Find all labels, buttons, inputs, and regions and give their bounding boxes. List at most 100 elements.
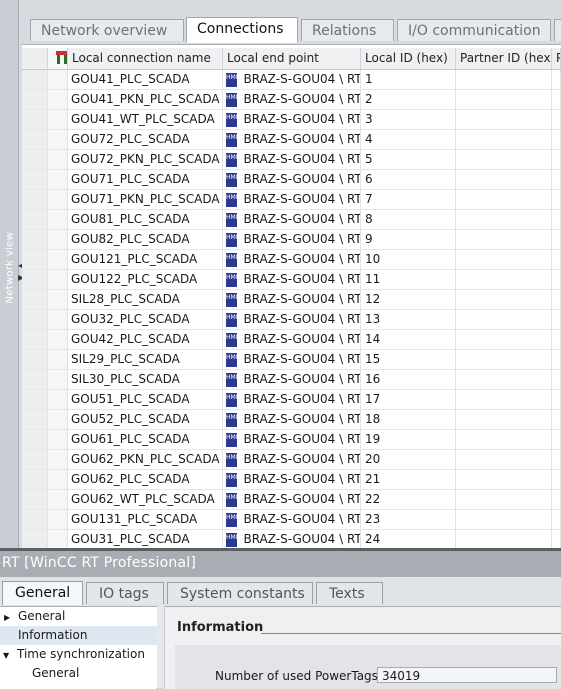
local-id-cell[interactable]: 2 bbox=[361, 90, 456, 109]
connection-name-cell[interactable]: GOU41_PKN_PLC_SCADA bbox=[68, 90, 223, 109]
header-partner-id[interactable]: Partner ID (hex) bbox=[456, 48, 552, 69]
partner-id-cell[interactable] bbox=[456, 150, 552, 169]
connection-name-cell[interactable]: GOU72_PLC_SCADA bbox=[68, 130, 223, 149]
partner-id-cell[interactable] bbox=[456, 130, 552, 149]
connection-name-cell[interactable]: GOU52_PLC_SCADA bbox=[68, 410, 223, 429]
partner-id-cell[interactable] bbox=[456, 110, 552, 129]
end-point-cell[interactable]: HMI BRAZ-S-GOU04 \ RT bbox=[223, 530, 361, 549]
row-selector[interactable] bbox=[22, 410, 48, 429]
end-point-cell[interactable]: HMI BRAZ-S-GOU04 \ RT bbox=[223, 470, 361, 489]
row-selector[interactable] bbox=[22, 90, 48, 109]
connection-name-cell[interactable]: GOU121_PLC_SCADA bbox=[68, 250, 223, 269]
table-row[interactable]: GOU52_PLC_SCADA HMI BRAZ-S-GOU04 \ RT 18 bbox=[22, 410, 561, 430]
partner-id-cell[interactable] bbox=[456, 370, 552, 389]
tree-item-general[interactable]: ▶ General bbox=[0, 607, 157, 626]
row-selector[interactable] bbox=[22, 450, 48, 469]
local-id-cell[interactable]: 5 bbox=[361, 150, 456, 169]
connection-name-cell[interactable]: GOU61_PLC_SCADA bbox=[68, 430, 223, 449]
tree-scrollbar[interactable] bbox=[157, 606, 165, 688]
table-row[interactable]: GOU121_PLC_SCADA HMI BRAZ-S-GOU04 \ RT 10 bbox=[22, 250, 561, 270]
row-selector[interactable] bbox=[22, 130, 48, 149]
connection-name-cell[interactable]: GOU51_PLC_SCADA bbox=[68, 390, 223, 409]
tab-connections[interactable]: Connections bbox=[186, 17, 298, 43]
connection-name-cell[interactable]: GOU42_PLC_SCADA bbox=[68, 330, 223, 349]
tree-item-information[interactable]: Information bbox=[0, 626, 157, 645]
row-selector[interactable] bbox=[22, 370, 48, 389]
table-row[interactable]: GOU41_PKN_PLC_SCADA HMI BRAZ-S-GOU04 \ RT 2 bbox=[22, 90, 561, 110]
row-selector[interactable] bbox=[22, 530, 48, 549]
partner-id-cell[interactable] bbox=[456, 190, 552, 209]
collapse-icon[interactable]: ▼ bbox=[0, 646, 17, 665]
tab-texts[interactable]: Texts bbox=[316, 582, 383, 604]
end-point-cell[interactable]: HMI BRAZ-S-GOU04 \ RT bbox=[223, 290, 361, 309]
local-id-cell[interactable]: 11 bbox=[361, 270, 456, 289]
row-selector[interactable] bbox=[22, 350, 48, 369]
row-selector[interactable] bbox=[22, 270, 48, 289]
end-point-cell[interactable]: HMI BRAZ-S-GOU04 \ RT bbox=[223, 250, 361, 269]
tab-general[interactable]: General bbox=[2, 581, 83, 605]
end-point-cell[interactable]: HMI BRAZ-S-GOU04 \ RT bbox=[223, 190, 361, 209]
local-id-cell[interactable]: 1 bbox=[361, 70, 456, 89]
table-row[interactable]: GOU81_PLC_SCADA HMI BRAZ-S-GOU04 \ RT 8 bbox=[22, 210, 561, 230]
row-selector[interactable] bbox=[22, 170, 48, 189]
partner-id-cell[interactable] bbox=[456, 410, 552, 429]
table-row[interactable]: SIL30_PLC_SCADA HMI BRAZ-S-GOU04 \ RT 16 bbox=[22, 370, 561, 390]
connection-name-cell[interactable]: GOU62_PKN_PLC_SCADA bbox=[68, 450, 223, 469]
connection-name-cell[interactable]: GOU62_WT_PLC_SCADA bbox=[68, 490, 223, 509]
row-selector[interactable] bbox=[22, 230, 48, 249]
table-row[interactable]: SIL28_PLC_SCADA HMI BRAZ-S-GOU04 \ RT 12 bbox=[22, 290, 561, 310]
local-id-cell[interactable]: 24 bbox=[361, 530, 456, 549]
table-row[interactable]: GOU62_PKN_PLC_SCADA HMI BRAZ-S-GOU04 \ RT 2… bbox=[22, 450, 561, 470]
row-selector[interactable] bbox=[22, 430, 48, 449]
connection-name-cell[interactable]: GOU31_PLC_SCADA bbox=[68, 530, 223, 549]
row-selector[interactable] bbox=[22, 330, 48, 349]
connection-name-cell[interactable]: GOU41_WT_PLC_SCADA bbox=[68, 110, 223, 129]
header-local-id[interactable]: Local ID (hex) bbox=[361, 48, 456, 69]
row-selector[interactable] bbox=[22, 110, 48, 129]
local-id-cell[interactable]: 22 bbox=[361, 490, 456, 509]
connection-name-cell[interactable]: GOU71_PLC_SCADA bbox=[68, 170, 223, 189]
network-view-side-panel[interactable]: Network view bbox=[0, 0, 19, 548]
local-id-cell[interactable]: 6 bbox=[361, 170, 456, 189]
connection-name-cell[interactable]: SIL28_PLC_SCADA bbox=[68, 290, 223, 309]
connection-name-cell[interactable]: GOU82_PLC_SCADA bbox=[68, 230, 223, 249]
header-local-end-point[interactable]: Local end point bbox=[223, 48, 361, 69]
end-point-cell[interactable]: HMI BRAZ-S-GOU04 \ RT bbox=[223, 110, 361, 129]
tab-more[interactable] bbox=[554, 19, 561, 41]
local-id-cell[interactable]: 13 bbox=[361, 310, 456, 329]
table-row[interactable]: GOU42_PLC_SCADA HMI BRAZ-S-GOU04 \ RT 14 bbox=[22, 330, 561, 350]
connection-name-cell[interactable]: SIL30_PLC_SCADA bbox=[68, 370, 223, 389]
table-row[interactable]: GOU61_PLC_SCADA HMI BRAZ-S-GOU04 \ RT 19 bbox=[22, 430, 561, 450]
partner-id-cell[interactable] bbox=[456, 230, 552, 249]
local-id-cell[interactable]: 15 bbox=[361, 350, 456, 369]
table-row[interactable]: GOU82_PLC_SCADA HMI BRAZ-S-GOU04 \ RT 9 bbox=[22, 230, 561, 250]
end-point-cell[interactable]: HMI BRAZ-S-GOU04 \ RT bbox=[223, 350, 361, 369]
local-id-cell[interactable]: 16 bbox=[361, 370, 456, 389]
tree-item-time-sync-general[interactable]: General bbox=[0, 664, 157, 683]
local-id-cell[interactable]: 23 bbox=[361, 510, 456, 529]
end-point-cell[interactable]: HMI BRAZ-S-GOU04 \ RT bbox=[223, 330, 361, 349]
local-id-cell[interactable]: 21 bbox=[361, 470, 456, 489]
partner-id-cell[interactable] bbox=[456, 530, 552, 549]
tab-network-overview[interactable]: Network overview bbox=[30, 19, 184, 41]
connection-name-cell[interactable]: GOU131_PLC_SCADA bbox=[68, 510, 223, 529]
powertags-value-field[interactable]: 34019 bbox=[377, 667, 557, 683]
end-point-cell[interactable]: HMI BRAZ-S-GOU04 \ RT bbox=[223, 270, 361, 289]
end-point-cell[interactable]: HMI BRAZ-S-GOU04 \ RT bbox=[223, 390, 361, 409]
partner-id-cell[interactable] bbox=[456, 390, 552, 409]
connection-name-cell[interactable]: SIL29_PLC_SCADA bbox=[68, 350, 223, 369]
connection-name-cell[interactable]: GOU72_PKN_PLC_SCADA bbox=[68, 150, 223, 169]
header-local-connection-name[interactable]: Local connection name bbox=[68, 48, 223, 69]
network-view-label[interactable]: Network view bbox=[5, 232, 16, 304]
row-selector[interactable] bbox=[22, 290, 48, 309]
tab-io-tags[interactable]: IO tags bbox=[86, 582, 164, 604]
partner-id-cell[interactable] bbox=[456, 450, 552, 469]
end-point-cell[interactable]: HMI BRAZ-S-GOU04 \ RT bbox=[223, 210, 361, 229]
table-row[interactable]: GOU131_PLC_SCADA HMI BRAZ-S-GOU04 \ RT 23 bbox=[22, 510, 561, 530]
local-id-cell[interactable]: 7 bbox=[361, 190, 456, 209]
end-point-cell[interactable]: HMI BRAZ-S-GOU04 \ RT bbox=[223, 130, 361, 149]
partner-id-cell[interactable] bbox=[456, 330, 552, 349]
local-id-cell[interactable]: 3 bbox=[361, 110, 456, 129]
tab-io-communication[interactable]: I/O communication bbox=[397, 19, 551, 41]
local-id-cell[interactable]: 10 bbox=[361, 250, 456, 269]
